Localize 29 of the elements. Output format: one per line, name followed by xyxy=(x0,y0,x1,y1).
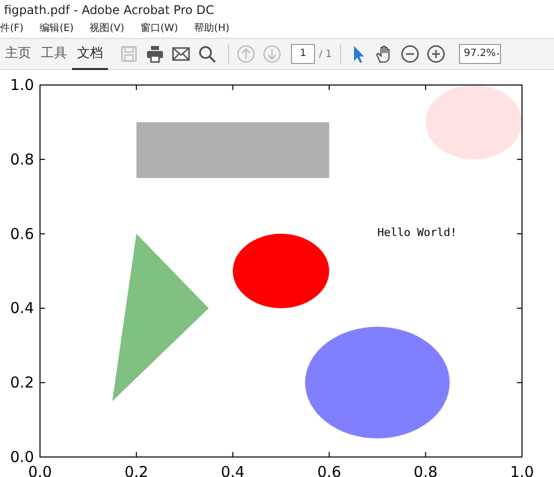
page-total: / 1 xyxy=(319,48,332,62)
menu-item[interactable]: 视图(V) xyxy=(90,20,124,38)
zoom-in-icon[interactable] xyxy=(426,44,446,64)
zoom-field[interactable]: 97.2% xyxy=(458,44,501,64)
y-tick-label: 0.2 xyxy=(10,374,34,392)
x-tick-label: 0.4 xyxy=(220,463,245,477)
menu-item[interactable]: 窗口(W) xyxy=(140,20,178,38)
zoom-out-icon[interactable] xyxy=(400,44,420,64)
print-icon[interactable] xyxy=(145,44,165,64)
page-number-field[interactable]: 1 xyxy=(291,44,315,64)
tab[interactable]: 工具 xyxy=(36,38,72,70)
tab[interactable]: 文档 xyxy=(72,38,108,70)
x-tick-label: 1.0 xyxy=(510,463,534,477)
tab[interactable]: 主页 xyxy=(0,38,36,70)
y-tick-label: 0.8 xyxy=(10,150,34,168)
window-title: figpath.pdf - Adobe Acrobat Pro DC xyxy=(3,2,216,19)
menu-item[interactable]: 帮助(H) xyxy=(194,20,230,38)
menu-item[interactable]: 编辑(E) xyxy=(40,20,74,38)
x-tick-label: 0.0 xyxy=(28,463,52,477)
y-tick-label: 1.0 xyxy=(10,76,34,94)
search-icon[interactable] xyxy=(197,44,217,64)
x-tick-label: 0.6 xyxy=(317,463,342,477)
x-tick-label: 0.2 xyxy=(124,463,148,477)
y-tick-label: 0.0 xyxy=(10,448,34,466)
y-tick-label: 0.6 xyxy=(10,224,34,243)
y-tick-label: 0.4 xyxy=(10,299,34,318)
x-tick-label: 0.8 xyxy=(414,463,438,477)
annotation-text: Hello World! xyxy=(377,226,457,239)
menu-item[interactable]: 件(F) xyxy=(0,20,24,38)
